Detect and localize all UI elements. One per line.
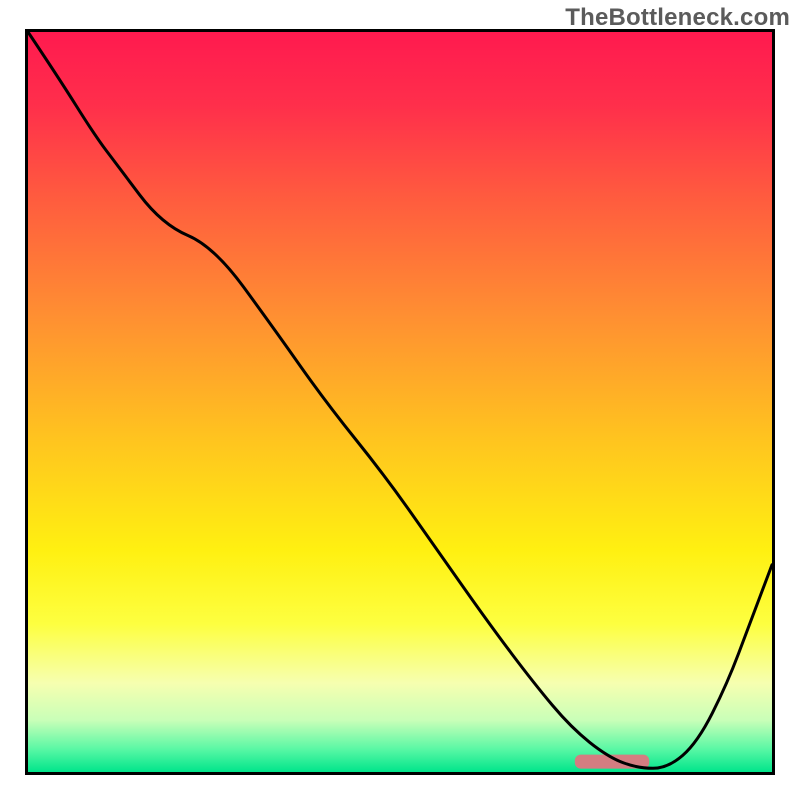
plot-background <box>28 32 772 772</box>
bottleneck-chart <box>0 0 800 800</box>
chart-container: TheBottleneck.com <box>0 0 800 800</box>
watermark-text: TheBottleneck.com <box>565 4 790 32</box>
